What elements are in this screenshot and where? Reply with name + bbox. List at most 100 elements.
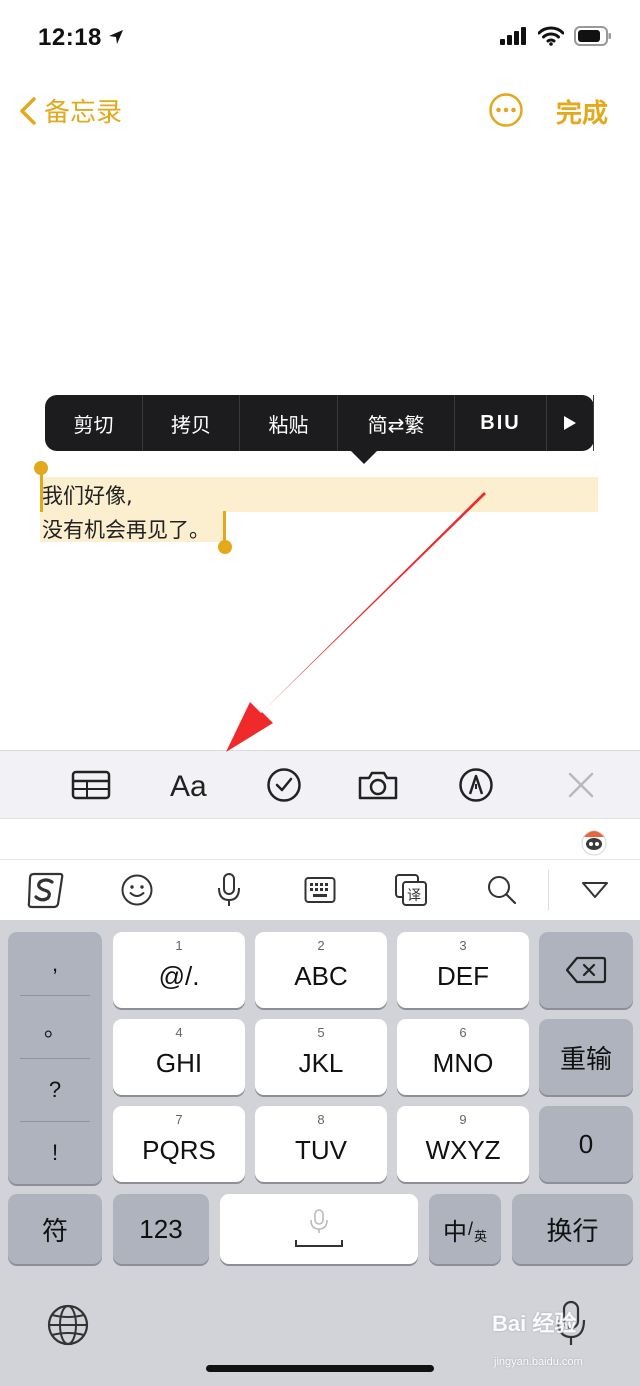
key-4[interactable]: 4 GHI — [113, 1019, 245, 1095]
location-arrow-icon — [109, 30, 123, 44]
back-button[interactable]: 备忘录 — [18, 92, 122, 129]
sogou-logo-button[interactable] — [24, 872, 68, 909]
punctuation-key[interactable]: 。 — [8, 995, 102, 1058]
key-5[interactable]: 5 JKL — [255, 1019, 387, 1095]
key-label: GHI — [155, 1047, 203, 1078]
key-label: JKL — [298, 1047, 344, 1078]
voice-input-button[interactable] — [212, 872, 246, 908]
punctuation-key[interactable]: ! — [8, 1121, 102, 1184]
key-label: PQRS — [142, 1134, 216, 1165]
punctuation-key[interactable]: , — [8, 932, 102, 995]
key-2[interactable]: 2 ABC — [255, 932, 387, 1008]
key-3[interactable]: 3 DEF — [397, 932, 529, 1008]
key-9[interactable]: 9 WXYZ — [397, 1106, 529, 1182]
key-label: ABC — [294, 960, 348, 991]
done-button[interactable]: 完成 — [556, 93, 608, 130]
globe-icon[interactable] — [46, 1303, 90, 1347]
wifi-icon — [538, 26, 564, 46]
backspace-icon — [565, 956, 607, 984]
checkmark-circle-icon — [267, 768, 301, 802]
status-icons — [500, 26, 612, 46]
punctuation-key[interactable]: ? — [8, 1058, 102, 1121]
note-text-line[interactable]: 没有机会再见了。 — [42, 514, 210, 544]
symbol-key[interactable]: 符 — [8, 1194, 102, 1264]
paste-menu-item[interactable]: 粘贴 — [240, 395, 338, 451]
return-key[interactable]: 换行 — [512, 1194, 633, 1264]
key-number: 9 — [459, 1112, 467, 1127]
sogou-logo-icon — [27, 872, 64, 909]
lang-main-label: 中 — [442, 1218, 467, 1246]
cut-menu-item[interactable]: 剪切 — [45, 395, 143, 451]
chevron-left-icon — [20, 96, 36, 125]
note-text-line[interactable]: 我们好像, — [42, 480, 133, 510]
camera-button[interactable] — [354, 765, 402, 805]
status-bar: 12:18 — [0, 0, 640, 76]
markup-button[interactable] — [454, 765, 498, 805]
close-icon — [568, 772, 594, 798]
navigation-bar: 备忘录 完成 — [0, 80, 640, 140]
smiley-icon — [121, 874, 153, 906]
lang-sub-label: 英 — [474, 1228, 488, 1244]
key-label: 0 — [578, 1128, 594, 1159]
emoji-button[interactable] — [118, 872, 156, 908]
search-button[interactable] — [484, 872, 520, 908]
text-format-button[interactable]: Aa — [162, 765, 218, 805]
ime-toolbar: 译 — [0, 860, 640, 920]
notes-format-toolbar: Aa — [0, 750, 640, 818]
key-number: 1 — [175, 938, 183, 953]
pen-tip-icon — [459, 768, 493, 802]
selection-end-handle[interactable] — [218, 540, 232, 554]
key-6[interactable]: 6 MNO — [397, 1019, 529, 1095]
menu-pointer — [351, 451, 377, 464]
key-label: @/. — [158, 960, 200, 991]
numbers-key[interactable]: 123 — [113, 1194, 209, 1264]
table-button[interactable] — [68, 765, 114, 805]
reenter-key[interactable]: 重输 — [539, 1019, 633, 1095]
checklist-button[interactable] — [262, 765, 306, 805]
key-number: 5 — [317, 1025, 325, 1040]
back-label: 备忘录 — [44, 97, 123, 127]
translate-icon: 译 — [395, 874, 427, 906]
key-number: 6 — [459, 1025, 467, 1040]
close-toolbar-button[interactable] — [562, 765, 600, 805]
copy-menu-item[interactable]: 拷贝 — [143, 395, 240, 451]
more-options-icon[interactable] — [488, 92, 524, 128]
simplified-traditional-menu-item[interactable]: 简⇄繁 — [338, 395, 455, 451]
key-label: TUV — [295, 1134, 347, 1165]
key-7[interactable]: 7 PQRS — [113, 1106, 245, 1182]
key-8[interactable]: 8 TUV — [255, 1106, 387, 1182]
search-icon — [488, 876, 517, 905]
camera-icon — [358, 771, 398, 800]
cellular-signal-icon — [500, 27, 526, 45]
mascot-icon[interactable] — [578, 825, 610, 857]
key-label: MNO — [432, 1047, 494, 1078]
status-time: 12:18 — [38, 24, 102, 51]
more-menu-button[interactable] — [547, 395, 594, 451]
triangle-down-icon — [582, 882, 608, 898]
key-number: 8 — [317, 1112, 325, 1127]
language-switch-key[interactable]: 中 / 英 — [429, 1194, 501, 1264]
space-key[interactable] — [220, 1194, 418, 1264]
table-icon — [71, 770, 111, 800]
key-number: 7 — [175, 1112, 183, 1127]
key-label: WXYZ — [425, 1134, 501, 1165]
delete-key[interactable] — [539, 932, 633, 1008]
microphone-icon — [218, 873, 240, 906]
key-label: DEF — [437, 960, 489, 991]
play-arrow-icon — [564, 416, 576, 430]
keyboard-switch-button[interactable] — [302, 872, 338, 908]
zero-key[interactable]: 0 — [539, 1106, 633, 1182]
bold-italic-underline-menu-item[interactable]: BIU — [455, 395, 547, 451]
key-label: 换行 — [546, 1215, 599, 1246]
watermark-url: jingyan.baidu.com — [494, 1356, 583, 1368]
key-label: 重输 — [559, 1043, 612, 1074]
edit-context-menu: 剪切 拷贝 粘贴 简⇄繁 BIU — [45, 395, 594, 464]
key-1[interactable]: 1 @/. — [113, 932, 245, 1008]
svg-text:Aa: Aa — [170, 770, 207, 802]
home-indicator[interactable] — [206, 1365, 434, 1372]
key-number: 4 — [175, 1025, 183, 1040]
text-format-icon: Aa — [170, 770, 207, 802]
translate-button[interactable]: 译 — [392, 872, 430, 908]
hide-keyboard-button[interactable] — [578, 872, 612, 908]
key-number: 2 — [317, 938, 325, 953]
